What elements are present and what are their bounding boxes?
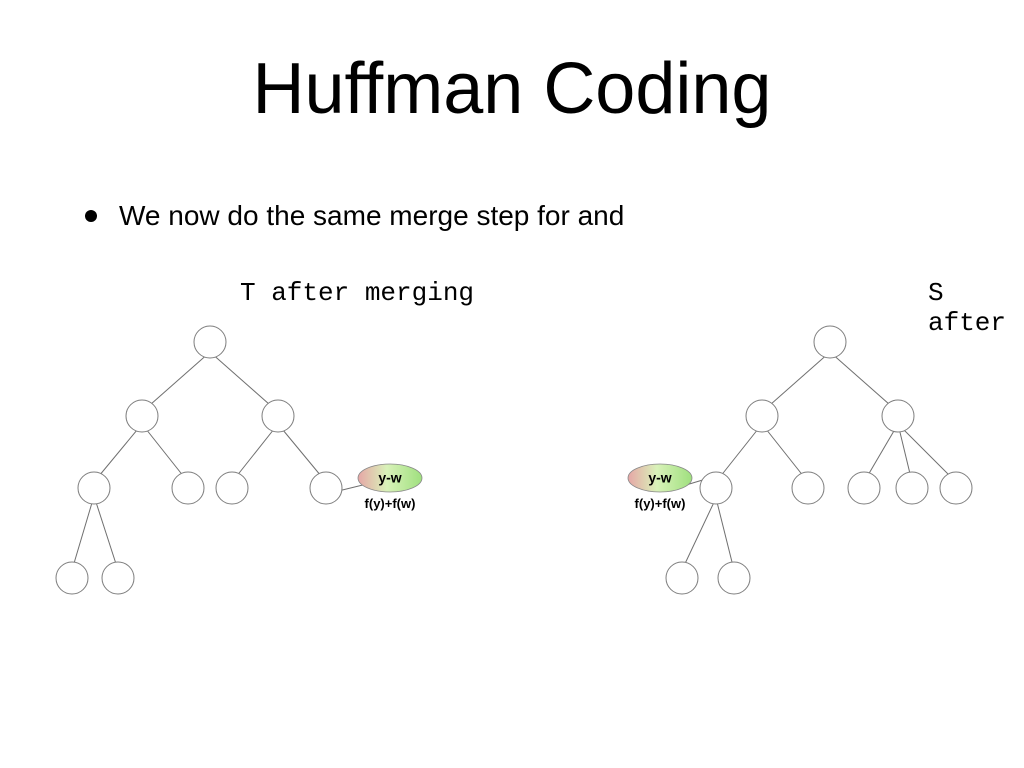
tree-node bbox=[78, 472, 110, 504]
tree-node bbox=[848, 472, 880, 504]
merged-node-label: y-w bbox=[378, 470, 401, 486]
merged-node-freq: f(y)+f(w) bbox=[365, 496, 416, 511]
tree-node bbox=[126, 400, 158, 432]
merged-node-freq: f(y)+f(w) bbox=[635, 496, 686, 511]
tree-node bbox=[216, 472, 248, 504]
tree-node bbox=[814, 326, 846, 358]
tree-node bbox=[700, 472, 732, 504]
merged-node-s: y-w f(y)+f(w) bbox=[628, 464, 692, 511]
tree-node bbox=[792, 472, 824, 504]
tree-node bbox=[56, 562, 88, 594]
bullet-dot-icon bbox=[85, 210, 97, 222]
merged-node-t: y-w f(y)+f(w) bbox=[358, 464, 422, 511]
tree-node bbox=[310, 472, 342, 504]
tree-node bbox=[194, 326, 226, 358]
tree-t-caption: T after merging bbox=[240, 278, 474, 308]
tree-node bbox=[746, 400, 778, 432]
slide-title: Huffman Coding bbox=[0, 48, 1024, 130]
tree-node bbox=[896, 472, 928, 504]
tree-node bbox=[718, 562, 750, 594]
tree-t: y-w f(y)+f(w) bbox=[70, 320, 550, 650]
tree-node bbox=[940, 472, 972, 504]
tree-node bbox=[172, 472, 204, 504]
bullet-item: We now do the same merge step for and bbox=[85, 200, 624, 232]
tree-node bbox=[102, 562, 134, 594]
tree-node bbox=[882, 400, 914, 432]
tree-s-svg: y-w f(y)+f(w) bbox=[610, 320, 1024, 650]
tree-t-svg: y-w f(y)+f(w) bbox=[70, 320, 550, 650]
bullet-text: We now do the same merge step for and bbox=[119, 200, 624, 232]
tree-s: y-w f(y)+f(w) bbox=[610, 320, 1024, 650]
tree-node bbox=[666, 562, 698, 594]
tree-node bbox=[262, 400, 294, 432]
merged-node-label: y-w bbox=[648, 470, 671, 486]
